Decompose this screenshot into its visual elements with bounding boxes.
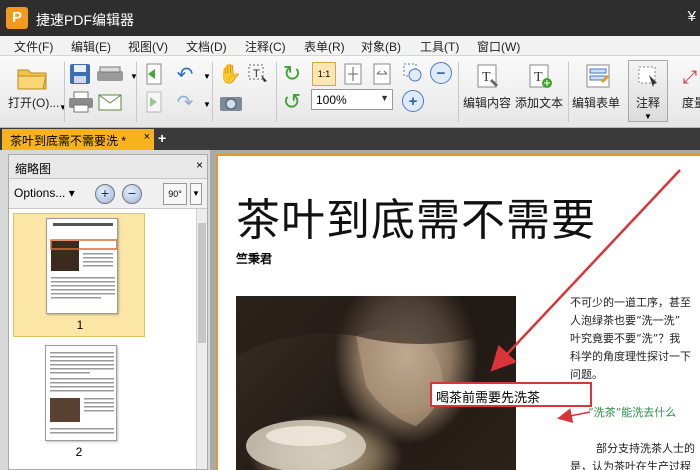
open-folder-icon[interactable] [16, 64, 48, 92]
previous-page-icon[interactable] [142, 62, 164, 86]
scanner-dropdown-icon[interactable]: ▼ [124, 66, 144, 86]
toolbar-separator [64, 62, 65, 122]
toolbar-separator [276, 62, 277, 122]
menu-view[interactable]: 视图(V) [128, 38, 168, 55]
new-tab-icon[interactable]: + [158, 131, 170, 145]
thumbnail-page-2 [45, 345, 117, 441]
edit-content-label[interactable]: 编辑内容 [463, 94, 511, 111]
panel-title: 缩略图 [15, 162, 52, 176]
undo-dropdown-icon[interactable]: ▼ [197, 66, 217, 86]
callout-arrow[interactable] [490, 169, 681, 372]
panel-close-icon[interactable]: × [196, 158, 203, 172]
app-logo-icon: P [6, 7, 28, 29]
enlarge-thumbnail-icon[interactable]: + [95, 184, 115, 204]
toolbar-separator [568, 62, 569, 122]
rotate-clockwise-icon[interactable]: ↻ [280, 61, 304, 86]
document-tab-strip: 茶叶到底需不需要洗 * × + [0, 128, 700, 150]
edit-content-icon[interactable]: T [474, 62, 502, 90]
thumbnail-item-2[interactable]: 2 [13, 343, 145, 463]
svg-text:T: T [534, 70, 543, 85]
shrink-thumbnail-icon[interactable]: − [122, 184, 142, 204]
thumbnail-item-1[interactable]: 1 [13, 213, 145, 337]
close-tab-icon[interactable]: × [144, 131, 150, 143]
document-view: 茶叶到底需不需要 竺秉君 不可少的一道工序，甚至 人泡绿茶也要“洗一洗” 叶究竟… [210, 150, 700, 470]
zoom-dropdown-icon[interactable]: ▼ [380, 93, 389, 103]
zoom-in-icon[interactable]: + [402, 90, 424, 112]
thumbnail-scrollbar[interactable] [196, 209, 207, 469]
redo-dropdown-icon[interactable]: ▼ [197, 94, 217, 114]
svg-text:T: T [253, 68, 260, 80]
edit-form-label[interactable]: 编辑表单 [572, 94, 620, 111]
fit-width-icon[interactable] [370, 62, 394, 86]
thumbnail-panel: 缩略图 × Options... ▾ + − 90° ▼ 1 2 [8, 154, 208, 470]
annotate-icon [636, 64, 662, 90]
app-title: 捷速PDF编辑器 [36, 12, 134, 28]
panel-header: 缩略图 × [9, 155, 207, 179]
tab-document[interactable]: 茶叶到底需不需要洗 * × [2, 129, 154, 150]
fit-page-icon[interactable] [341, 62, 365, 86]
zoom-out-icon[interactable]: − [430, 62, 452, 84]
toolbar-separator [136, 62, 137, 122]
add-text-label[interactable]: 添加文本 [515, 94, 563, 111]
panel-toolbar: Options... ▾ + − 90° ▼ [9, 179, 207, 209]
thumbnail-page-1 [46, 218, 118, 314]
measure-icon[interactable]: ⤢ [680, 64, 700, 90]
next-page-icon[interactable] [142, 90, 164, 114]
small-arrow[interactable] [557, 408, 591, 424]
select-text-icon[interactable]: T [246, 62, 270, 86]
toolbar-separator [458, 62, 459, 122]
menu-object[interactable]: 对象(B) [361, 38, 401, 55]
zoom-marquee-icon[interactable] [402, 62, 426, 86]
edit-form-icon[interactable] [584, 62, 612, 90]
rotate-page-icon[interactable]: 90° [163, 183, 187, 205]
measure-label[interactable]: 度量 [682, 94, 700, 111]
redo-icon[interactable]: ↷ [172, 90, 198, 114]
rotate-counterclockwise-icon[interactable]: ↺ [280, 89, 304, 114]
thumbnail-page-number: 2 [75, 445, 83, 459]
save-icon[interactable] [68, 62, 92, 86]
yen-icon[interactable]: ¥ [688, 8, 696, 25]
actual-size-icon[interactable]: 1:1 [312, 62, 336, 86]
toolbar-separator [212, 62, 213, 122]
add-text-icon[interactable]: T [526, 62, 554, 90]
tab-document-label: 茶叶到底需不需要洗 * [10, 134, 127, 148]
open-label[interactable]: 打开(O)... [8, 94, 59, 111]
thumbnail-page-number: 1 [76, 318, 84, 332]
menu-tools[interactable]: 工具(T) [420, 38, 459, 55]
scanner-icon[interactable] [96, 62, 124, 86]
menu-form[interactable]: 表单(R) [304, 38, 345, 55]
thumbnail-list: 1 2 [9, 209, 195, 469]
annotation-arrows [490, 169, 681, 424]
menu-edit[interactable]: 编辑(E) [71, 38, 111, 55]
zoom-select[interactable]: 100% ▼ [311, 89, 393, 110]
menu-window[interactable]: 窗口(W) [477, 38, 520, 55]
zoom-value: 100% [316, 93, 347, 107]
options-label: Options... [14, 186, 66, 200]
panel-dropdown-icon[interactable]: ▼ [190, 183, 202, 205]
menu-file[interactable]: 文件(F) [14, 38, 53, 55]
svg-text:T: T [482, 70, 491, 85]
annotate-dropdown-icon[interactable]: ▼ [638, 106, 658, 126]
menu-document[interactable]: 文档(D) [186, 38, 227, 55]
undo-icon[interactable]: ↶ [172, 62, 198, 86]
menu-bar: 文件(F) 编辑(E) 视图(V) 文档(D) 注释(C) 表单(R) 对象(B… [0, 36, 700, 56]
snapshot-camera-icon[interactable] [218, 90, 244, 114]
menu-comment[interactable]: 注释(C) [245, 38, 286, 55]
email-icon[interactable] [97, 90, 123, 114]
title-bar: P 捷速PDF编辑器 ¥ [0, 0, 700, 36]
options-dropdown[interactable]: Options... ▾ [14, 186, 75, 200]
scrollbar-thumb[interactable] [198, 223, 206, 343]
hand-tool-icon[interactable]: ✋ [218, 62, 242, 86]
print-icon[interactable] [68, 90, 94, 114]
